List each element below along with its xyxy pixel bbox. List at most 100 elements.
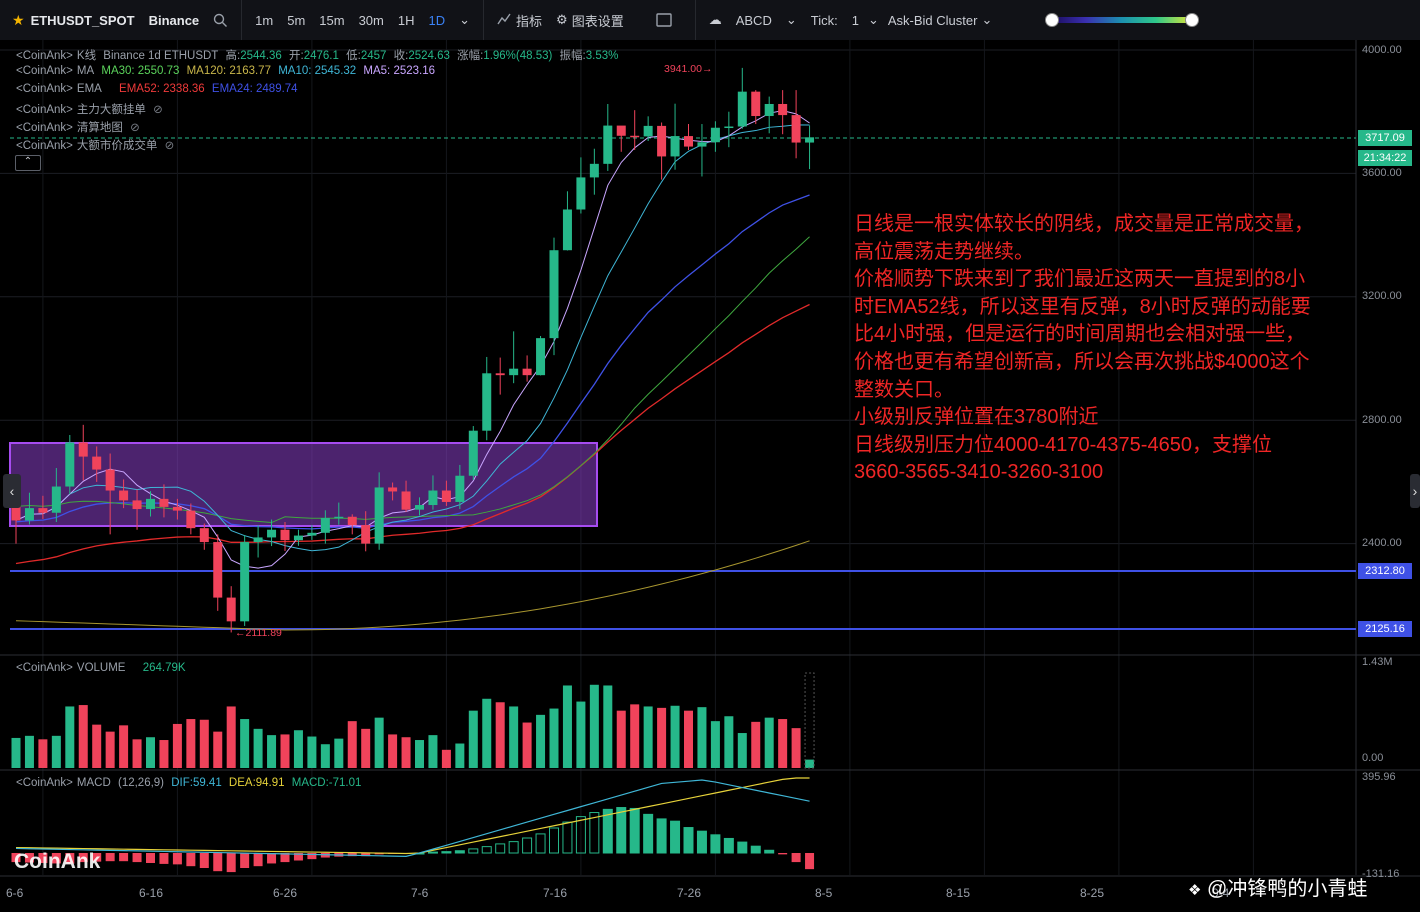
indicators-label: 指标 <box>516 13 543 29</box>
fullscreen-button[interactable] <box>649 13 679 27</box>
volume-bar <box>536 714 546 768</box>
candle-body <box>213 542 223 598</box>
timeframe-15m[interactable]: 15m <box>312 13 351 28</box>
candle-body <box>495 373 505 376</box>
chart-settings-button[interactable]: ⚙ 图表设置 <box>549 11 631 30</box>
cluster-chevron-icon: ⌄ <box>981 12 993 27</box>
volume-bar <box>589 684 599 768</box>
candle-body <box>643 125 653 137</box>
annotation-line: 价格顺势下跌来到了我们最近这两天一直提到的8小 <box>854 268 1306 291</box>
legend-name: VOLUME <box>76 662 126 674</box>
legend-prefix: <CoinAnk> <box>16 65 73 77</box>
price-tick-label: 2400.00 <box>1362 537 1402 549</box>
high-value: 2544.36 <box>240 50 282 62</box>
slider-knob-left[interactable] <box>1045 13 1060 27</box>
volume-bar <box>724 716 734 768</box>
candle-body <box>119 490 129 501</box>
timeframe-30m[interactable]: 30m <box>352 13 391 28</box>
macd-hist-bar <box>791 853 801 863</box>
indicators-button[interactable]: 指标 <box>490 11 549 30</box>
symbol-name[interactable]: ETHUSDT_SPOT <box>31 13 142 28</box>
annotation-line: 3660-3565-3410-3260-3100 <box>854 461 1104 484</box>
scroll-right-button[interactable]: › <box>1410 474 1420 508</box>
legend-prefix: <CoinAnk> <box>16 662 73 674</box>
candle-body <box>253 537 263 543</box>
annotation-line: 比4小时强，但是运行的时间周期也会相对强一些， <box>854 323 1306 346</box>
candle-body <box>482 373 492 431</box>
volume-bar <box>240 719 250 768</box>
candle-body <box>38 508 48 513</box>
volume-bar <box>253 728 263 768</box>
price-tick-label: 4000.00 <box>1362 44 1402 56</box>
volume-bar <box>213 731 223 768</box>
collapse-legend-button[interactable]: ⌃ <box>15 155 41 171</box>
exchange-name[interactable]: Binance <box>142 13 207 28</box>
dea-value: DEA:94.91 <box>228 777 285 789</box>
cloud-icon[interactable]: ☁ <box>702 12 729 28</box>
macd-hist-bar <box>213 853 223 872</box>
candle-body <box>616 125 626 136</box>
volume-bar <box>361 728 371 768</box>
legend-prefix: <CoinAnk> <box>16 104 73 116</box>
favorite-star-icon[interactable]: ★ <box>12 12 25 29</box>
volume-bar <box>616 710 626 768</box>
volume-bar <box>576 701 586 768</box>
legend-prefix: <CoinAnk> <box>16 122 73 134</box>
volume-legend: <CoinAnk> VOLUME 264.79K <box>16 662 190 674</box>
volume-bar <box>280 734 290 768</box>
ema24-value: EMA24: 2489.74 <box>211 83 298 95</box>
timeframe-1d[interactable]: 1D <box>422 13 453 28</box>
color-gradient-slider[interactable] <box>1045 13 1200 27</box>
volume-bar <box>226 706 236 768</box>
volume-bar <box>51 735 61 768</box>
drawing-tool-select[interactable]: ABCD <box>729 13 779 28</box>
tick-chevron-icon[interactable]: ⌄ <box>866 12 881 28</box>
date-tick-label: 6-26 <box>273 886 298 900</box>
scroll-left-button[interactable]: ‹ <box>3 474 21 508</box>
eye-hidden-icon[interactable]: ⊘ <box>153 104 163 116</box>
candle-body <box>468 430 478 476</box>
date-tick-label: 7-26 <box>677 886 702 900</box>
ma30-value: MA30: 2550.73 <box>101 65 180 77</box>
macd-hist-bar <box>805 853 815 870</box>
indicators-icon <box>497 13 511 28</box>
timeframe-5m[interactable]: 5m <box>280 13 312 28</box>
candle-body <box>374 487 384 544</box>
timeframe-1m[interactable]: 1m <box>248 13 280 28</box>
amp-value: 3.53% <box>585 50 619 62</box>
candle-body <box>24 508 34 521</box>
tool-chevron-icon[interactable]: ⌄ <box>779 12 804 28</box>
candle-body <box>65 442 75 487</box>
timeframe-1h[interactable]: 1H <box>391 13 422 28</box>
volume-bar <box>186 719 196 768</box>
chart-settings-label: 图表设置 <box>571 13 624 29</box>
candle-body <box>428 490 438 506</box>
timeframe-dropdown-chevron-icon[interactable]: ⌄ <box>452 12 477 28</box>
slider-knob-right[interactable] <box>1185 13 1200 27</box>
hidden-indicator-legend[interactable]: <CoinAnk> 清算地图 ⊘ <box>16 119 144 135</box>
top-toolbar: ★ ETHUSDT_SPOT Binance 1m 5m 15m 30m 1H … <box>0 0 1420 41</box>
eye-hidden-icon[interactable]: ⊘ <box>165 140 175 152</box>
price-tick-label: 3600.00 <box>1362 167 1402 179</box>
candle-body <box>562 209 572 251</box>
tick-value-select[interactable]: 1 <box>845 13 866 28</box>
macd-hist-bar <box>105 853 115 862</box>
candle-body <box>549 250 559 339</box>
ema-legend: <CoinAnk> EMA EMA52: 2338.36 EMA24: 2489.… <box>16 83 302 95</box>
legend-desc: Binance 1d ETHUSDT <box>103 50 219 62</box>
macd-hist-bar <box>186 853 196 867</box>
legend-name: 主力大额挂单 <box>76 104 146 116</box>
volume-bar <box>24 735 34 768</box>
volume-bar <box>468 710 478 768</box>
volume-bar <box>401 737 411 768</box>
cluster-select[interactable]: Ask-Bid Cluster ⌄ <box>881 12 999 28</box>
hidden-indicator-legend[interactable]: <CoinAnk> 大额市价成交单 ⊘ <box>16 137 178 153</box>
hidden-indicator-legend[interactable]: <CoinAnk> 主力大额挂单 ⊘ <box>16 101 167 117</box>
candle-body <box>455 475 465 502</box>
eye-hidden-icon[interactable]: ⊘ <box>130 122 140 134</box>
legend-prefix: <CoinAnk> <box>16 140 73 152</box>
low-value: 2457 <box>360 50 387 62</box>
candle-body <box>186 510 196 529</box>
volume-axis-bottom: 0.00 <box>1362 752 1384 764</box>
search-icon[interactable] <box>206 13 235 28</box>
